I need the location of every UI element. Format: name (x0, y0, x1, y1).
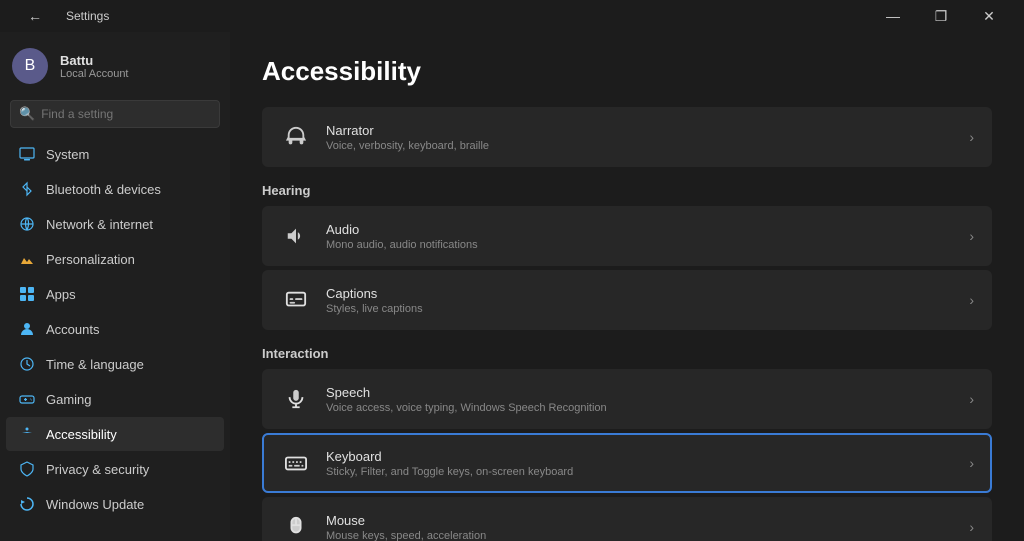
sidebar-item-gaming[interactable]: Gaming (6, 382, 224, 416)
titlebar-title: Settings (66, 9, 109, 23)
maximize-button[interactable]: ❐ (918, 0, 964, 32)
sidebar-item-label: Bluetooth & devices (46, 182, 161, 197)
chevron-right-icon: › (969, 519, 974, 535)
settings-item-speech[interactable]: Speech Voice access, voice typing, Windo… (262, 369, 992, 429)
item-title-keyboard: Keyboard (326, 449, 961, 464)
sidebar-item-time[interactable]: Time & language (6, 347, 224, 381)
gaming-icon (18, 390, 36, 408)
item-title-speech: Speech (326, 385, 961, 400)
minimize-button[interactable]: — (870, 0, 916, 32)
accounts-icon (18, 320, 36, 338)
windows-update-icon (18, 495, 36, 513)
titlebar-left: ← Settings (12, 0, 109, 32)
settings-sections: Narrator Voice, verbosity, keyboard, bra… (262, 107, 992, 541)
sidebar-item-label: Privacy & security (46, 462, 149, 477)
sidebar-item-label: Gaming (46, 392, 92, 407)
chevron-right-icon: › (969, 129, 974, 145)
sidebar-item-accounts[interactable]: Accounts (6, 312, 224, 346)
sidebar-item-apps[interactable]: Apps (6, 277, 224, 311)
item-desc-captions: Styles, live captions (326, 303, 961, 315)
sidebar-item-windows-update[interactable]: Windows Update (6, 487, 224, 521)
item-text-keyboard: Keyboard Sticky, Filter, and Toggle keys… (326, 449, 961, 478)
item-text-mouse: Mouse Mouse keys, speed, acceleration (326, 513, 961, 541)
user-account-type: Local Account (60, 68, 129, 80)
sidebar-item-label: Network & internet (46, 217, 153, 232)
sidebar-item-privacy[interactable]: Privacy & security (6, 452, 224, 486)
titlebar: ← Settings — ❐ ✕ (0, 0, 1024, 32)
accessibility-icon (18, 425, 36, 443)
settings-item-narrator[interactable]: Narrator Voice, verbosity, keyboard, bra… (262, 107, 992, 167)
settings-item-mouse[interactable]: Mouse Mouse keys, speed, acceleration › (262, 497, 992, 541)
search-icon: 🔍 (19, 106, 35, 122)
item-text-audio: Audio Mono audio, audio notifications (326, 222, 961, 251)
speech-icon (280, 383, 312, 415)
chevron-right-icon: › (969, 455, 974, 471)
user-name: Battu (60, 53, 129, 68)
settings-item-audio[interactable]: Audio Mono audio, audio notifications › (262, 206, 992, 266)
sidebar-item-personalization[interactable]: Personalization (6, 242, 224, 276)
keyboard-icon (280, 447, 312, 479)
titlebar-controls: — ❐ ✕ (870, 0, 1012, 32)
section-header-hearing: Hearing (262, 183, 992, 198)
main-content: Accessibility Narrator Voice, verbosity,… (230, 32, 1024, 541)
search-input[interactable] (41, 107, 211, 121)
chevron-right-icon: › (969, 391, 974, 407)
section-header-interaction: Interaction (262, 346, 992, 361)
sidebar-item-accessibility[interactable]: Accessibility (6, 417, 224, 451)
sidebar-item-network[interactable]: Network & internet (6, 207, 224, 241)
chevron-right-icon: › (969, 228, 974, 244)
apps-icon (18, 285, 36, 303)
item-desc-keyboard: Sticky, Filter, and Toggle keys, on-scre… (326, 466, 961, 478)
time-icon (18, 355, 36, 373)
sidebar-item-label: Accounts (46, 322, 99, 337)
item-title-audio: Audio (326, 222, 961, 237)
sidebar-item-label: Accessibility (46, 427, 117, 442)
app-body: B Battu Local Account 🔍 System Bluetooth… (0, 32, 1024, 541)
item-desc-narrator: Voice, verbosity, keyboard, braille (326, 140, 961, 152)
item-desc-audio: Mono audio, audio notifications (326, 239, 961, 251)
sidebar-item-system[interactable]: System (6, 137, 224, 171)
item-text-narrator: Narrator Voice, verbosity, keyboard, bra… (326, 123, 961, 152)
mouse-icon (280, 511, 312, 541)
item-title-narrator: Narrator (326, 123, 961, 138)
personalization-icon (18, 250, 36, 268)
user-info: Battu Local Account (60, 53, 129, 80)
back-button[interactable]: ← (12, 0, 58, 32)
privacy-icon (18, 460, 36, 478)
page-title: Accessibility (262, 56, 992, 87)
sidebar-item-label: Apps (46, 287, 76, 302)
network-icon (18, 215, 36, 233)
sidebar-item-label: Time & language (46, 357, 144, 372)
close-button[interactable]: ✕ (966, 0, 1012, 32)
item-desc-speech: Voice access, voice typing, Windows Spee… (326, 402, 961, 414)
settings-item-keyboard[interactable]: Keyboard Sticky, Filter, and Toggle keys… (262, 433, 992, 493)
item-text-speech: Speech Voice access, voice typing, Windo… (326, 385, 961, 414)
item-desc-mouse: Mouse keys, speed, acceleration (326, 530, 961, 541)
sidebar-item-label: Windows Update (46, 497, 144, 512)
system-icon (18, 145, 36, 163)
captions-icon (280, 284, 312, 316)
avatar: B (12, 48, 48, 84)
item-text-captions: Captions Styles, live captions (326, 286, 961, 315)
narrator-icon (280, 121, 312, 153)
sidebar-item-bluetooth[interactable]: Bluetooth & devices (6, 172, 224, 206)
item-title-mouse: Mouse (326, 513, 961, 528)
user-section[interactable]: B Battu Local Account (0, 32, 230, 96)
sidebar: B Battu Local Account 🔍 System Bluetooth… (0, 32, 230, 541)
search-box[interactable]: 🔍 (10, 100, 220, 128)
chevron-right-icon: › (969, 292, 974, 308)
nav-list: System Bluetooth & devices Network & int… (0, 136, 230, 522)
audio-icon (280, 220, 312, 252)
settings-item-captions[interactable]: Captions Styles, live captions › (262, 270, 992, 330)
sidebar-item-label: System (46, 147, 89, 162)
sidebar-item-label: Personalization (46, 252, 135, 267)
item-title-captions: Captions (326, 286, 961, 301)
bluetooth-icon (18, 180, 36, 198)
